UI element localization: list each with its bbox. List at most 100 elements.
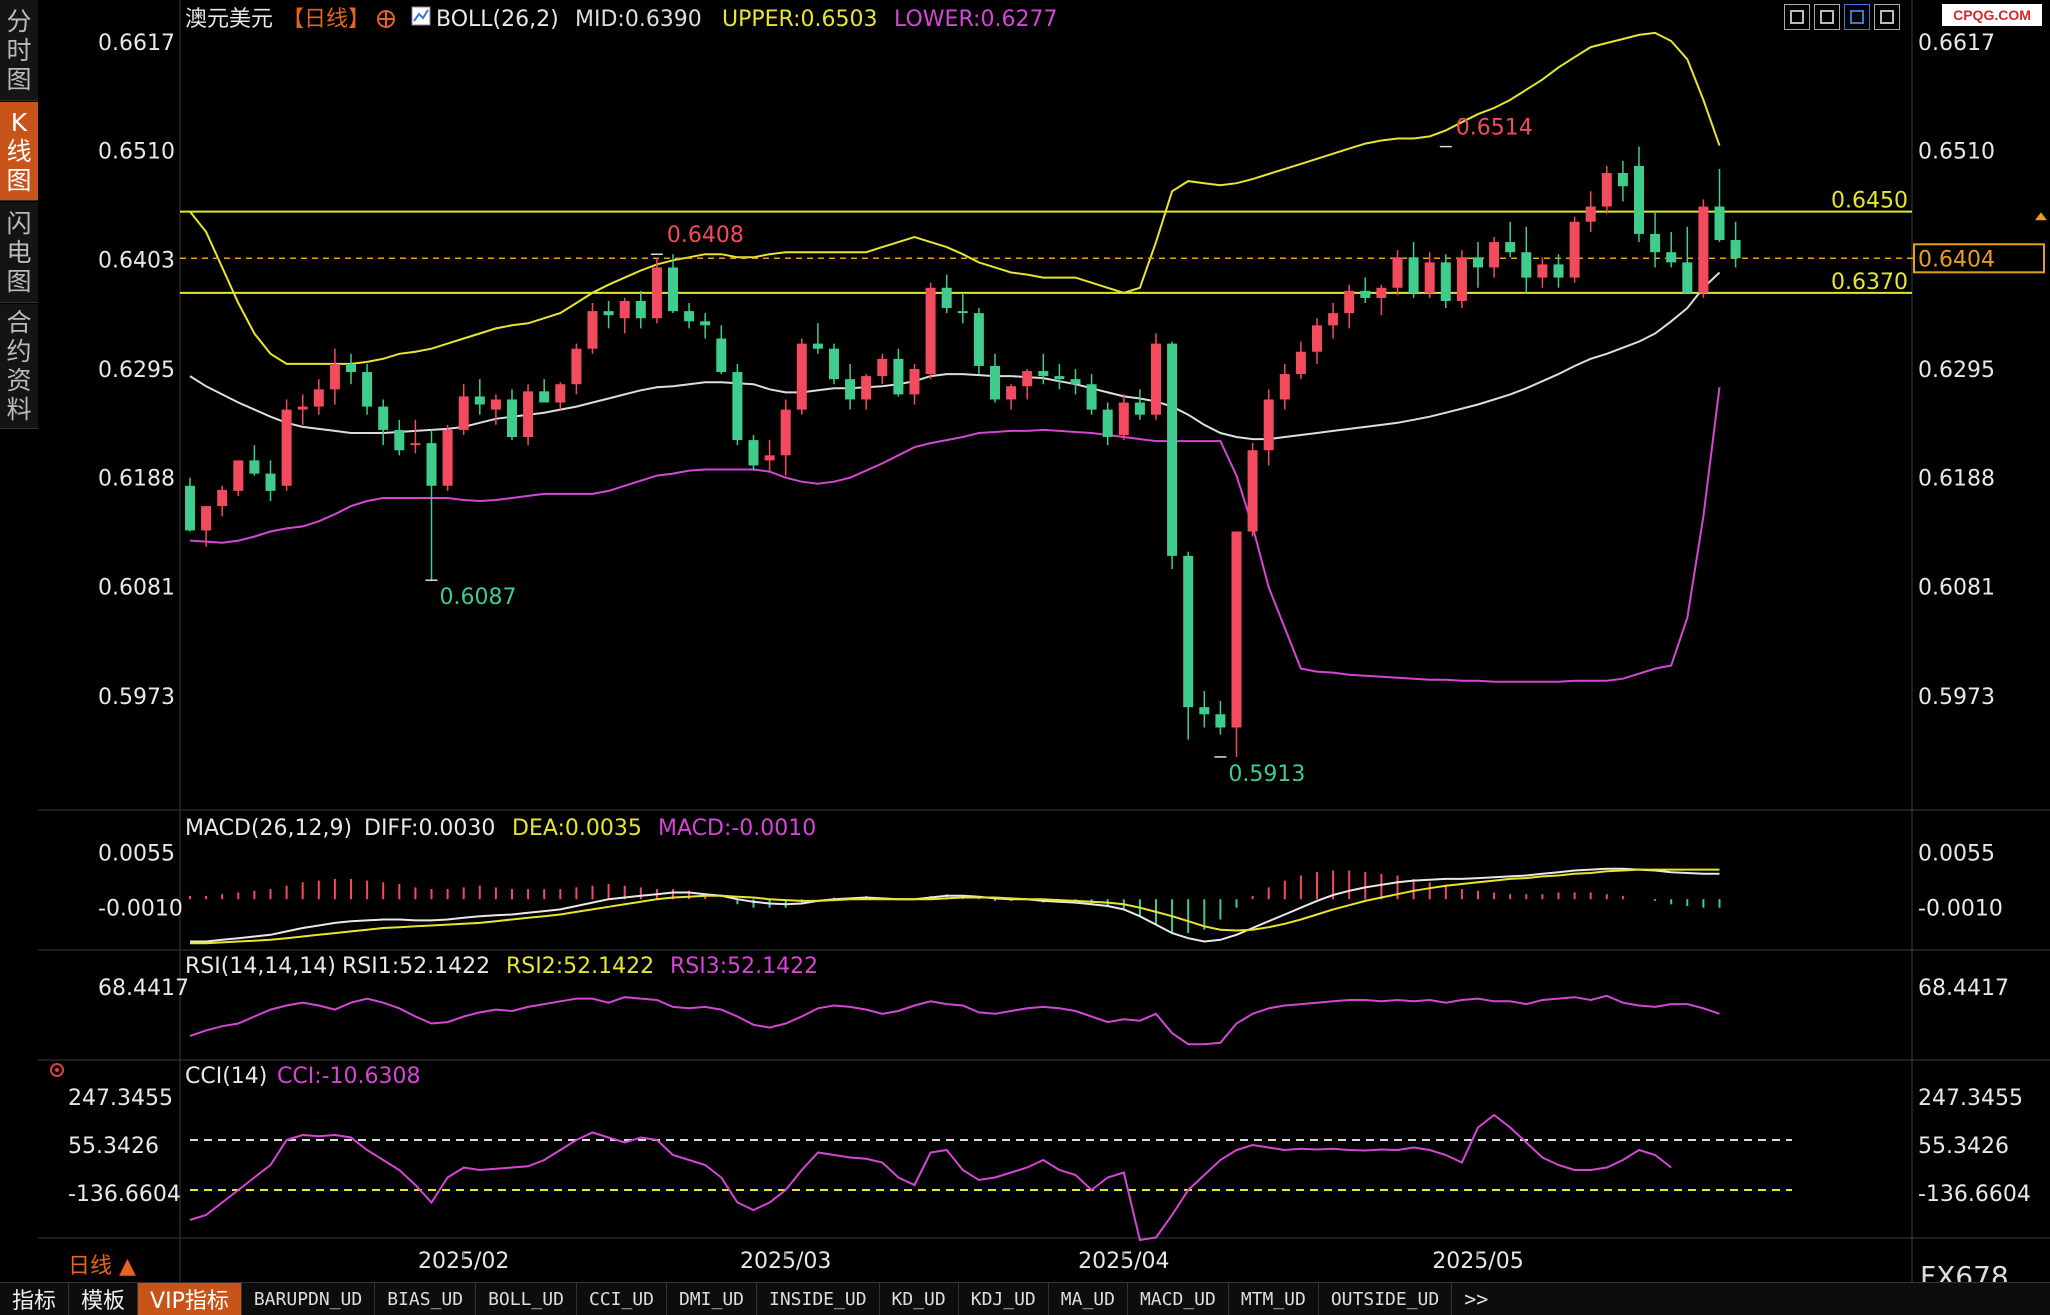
candle-body: [877, 358, 888, 377]
rsi3-value: RSI3:52.1422: [670, 954, 818, 979]
candle-body: [635, 300, 646, 319]
zoom-out-icon[interactable]: [1814, 4, 1840, 30]
boll-upper-value: UPPER:0.6503: [722, 7, 878, 32]
vip-indicator-tab[interactable]: VIP指标: [138, 1283, 242, 1315]
candle-body: [587, 311, 598, 349]
candle-body: [909, 369, 920, 395]
candle-body: [1601, 173, 1612, 207]
candle-body: [1537, 264, 1548, 278]
candle-body: [490, 399, 501, 410]
indicator-tab-barupdn[interactable]: BARUPDN_UD: [242, 1283, 376, 1315]
candle-body: [700, 321, 711, 326]
rsi-tick-label-right: 68.4417: [1918, 976, 2009, 1001]
indicator-tab-cci[interactable]: CCI_UD: [577, 1283, 667, 1315]
layout-grid-icon[interactable]: [1784, 4, 1810, 30]
indicator-tab-kdj[interactable]: KDJ_UD: [959, 1283, 1049, 1315]
candle-body: [1199, 707, 1210, 715]
macd-tick-label-left: -0.0010: [98, 897, 183, 922]
candle-body: [555, 384, 566, 403]
candle-body: [619, 300, 630, 319]
candle-body: [1698, 206, 1709, 293]
candle-body: [394, 429, 405, 451]
candle-body: [474, 396, 485, 405]
candle-body: [941, 287, 952, 309]
kline-chart[interactable]: 澳元美元 【日线】 BOLL(26,2) MID:0.6390 UPPER:0.…: [0, 0, 2050, 1314]
indicator-tab-kd[interactable]: KD_UD: [880, 1283, 959, 1315]
candle-body: [1247, 450, 1258, 532]
settings-sun-icon[interactable]: [50, 1063, 64, 1077]
low-price-annotation: 0.6087: [440, 585, 517, 610]
candle-body: [1022, 371, 1033, 387]
candle-body: [748, 440, 759, 466]
crosshair-toggle-icon[interactable]: [377, 10, 395, 28]
candle-body: [1553, 264, 1564, 278]
cci-tick-label-right: -136.6604: [1918, 1182, 2031, 1207]
candle-body: [571, 348, 582, 385]
candle-body: [1295, 351, 1306, 375]
candle-body: [1328, 313, 1339, 326]
period-selector[interactable]: 日线 ▲: [68, 1254, 136, 1279]
indicator-tab-macd[interactable]: MACD_UD: [1128, 1283, 1229, 1315]
candle-body: [233, 460, 244, 491]
candle-body: [217, 489, 228, 507]
indicator-tab-boll[interactable]: BOLL_UD: [476, 1283, 577, 1315]
candle-body: [651, 267, 662, 319]
candle-body: [829, 348, 839, 380]
current-price-tag: 0.6404: [1918, 247, 1995, 272]
zoom-in-icon[interactable]: [1844, 4, 1870, 30]
candle-body: [1086, 384, 1097, 410]
indicator-tab-outside[interactable]: OUTSIDE_UD: [1319, 1283, 1453, 1315]
high-price-annotation: 0.6514: [1456, 116, 1533, 141]
candle-body: [603, 311, 614, 316]
period-name[interactable]: 【日线】: [282, 7, 370, 32]
boll-lower-value: LOWER:0.6277: [894, 7, 1057, 32]
indicator-menu-button[interactable]: 指标: [0, 1283, 70, 1315]
indicator-tab-bias[interactable]: BIAS_UD: [375, 1283, 477, 1315]
candle-body: [861, 376, 872, 400]
candle-body: [1038, 371, 1049, 377]
cci-tick-label-right: 55.3426: [1918, 1134, 2009, 1159]
candle-body: [1714, 206, 1725, 241]
y-tick-label-right: 0.6617: [1918, 31, 1995, 56]
candle-body: [780, 409, 791, 456]
candle-body: [249, 460, 260, 474]
candle-body: [1585, 206, 1596, 222]
indicator-tab-mtm[interactable]: MTM_UD: [1229, 1283, 1319, 1315]
macd-tick-label-left: 0.0055: [98, 842, 175, 867]
indicator-tab-ma[interactable]: MA_UD: [1049, 1283, 1128, 1315]
macd-diff: DIFF:0.0030: [364, 816, 495, 841]
candle-body: [346, 363, 356, 373]
y-tick-label-left: 0.6403: [98, 248, 175, 273]
fullscreen-icon[interactable]: [1874, 4, 1900, 30]
y-tick-label-right: 0.6295: [1918, 358, 1995, 383]
candle-body: [1666, 252, 1677, 263]
candle-body: [1183, 555, 1194, 708]
candle-body: [925, 287, 936, 375]
more-indicators-button[interactable]: >>: [1452, 1283, 1500, 1315]
candle-body: [201, 506, 212, 531]
candle-body: [1617, 173, 1628, 187]
candle-body: [185, 485, 195, 531]
y-tick-label-left: 0.5973: [98, 685, 175, 710]
candle-body: [1006, 386, 1017, 400]
rsi-line: [189, 994, 1720, 1046]
template-menu-button[interactable]: 模板: [69, 1283, 139, 1315]
candle-body: [265, 473, 276, 491]
y-tick-label-left: 0.6081: [98, 575, 175, 600]
candle-body: [1344, 290, 1355, 314]
macd-tick-label-right: 0.0055: [1918, 842, 1995, 867]
candle-body: [845, 379, 856, 400]
indicator-tab-inside[interactable]: INSIDE_UD: [757, 1283, 880, 1315]
candle-body: [1263, 399, 1274, 451]
candle-body: [1151, 343, 1161, 415]
candle-body: [297, 406, 308, 410]
candle-body: [1279, 374, 1290, 400]
rsi1-value: RSI1:52.1422: [342, 954, 490, 979]
horizontal-level-label: 0.6450: [1831, 189, 1908, 214]
candle-body: [329, 363, 340, 390]
candle-body: [812, 343, 823, 349]
candle-body: [1505, 242, 1516, 253]
indicator-tab-dmi[interactable]: DMI_UD: [667, 1283, 757, 1315]
cci-tick-label-right: 247.3455: [1918, 1086, 2023, 1111]
indicator-chart-icon[interactable]: [411, 6, 431, 26]
